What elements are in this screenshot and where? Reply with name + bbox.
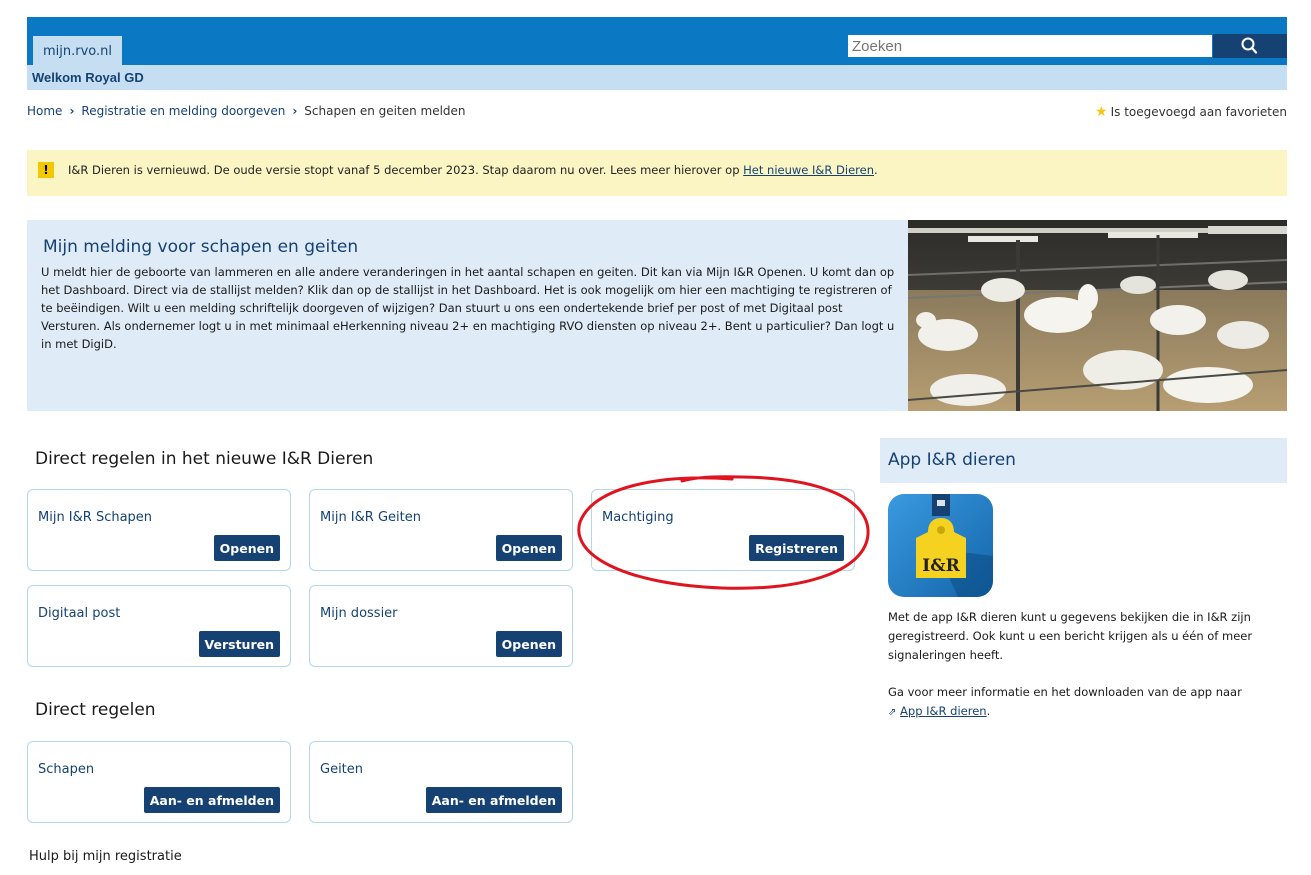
ear-tag-icon: I&R [888, 494, 993, 597]
app-ir-dieren-icon[interactable]: I&R [888, 494, 993, 597]
goats-photo-illustration [908, 220, 1287, 411]
chevron-right-icon: › [292, 104, 298, 118]
magnifier-icon [1241, 37, 1258, 54]
notice-text: I&R Dieren is vernieuwd. De oude versie … [68, 163, 744, 177]
app-link[interactable]: App I&R dieren [900, 704, 987, 718]
breadcrumb: Home › Registratie en melding doorgeven › Sc… [27, 104, 466, 118]
favorites-toggle[interactable]: ★ Is toegevoegd aan favorieten [1095, 104, 1287, 120]
intro-title: Mijn melding voor schapen en geiten [43, 237, 359, 257]
app-more-info: Ga voor meer informatie en het downloade… [888, 683, 1288, 722]
card-label[interactable]: Mijn I&R Schapen [38, 510, 152, 525]
star-icon: ★ [1095, 104, 1108, 120]
openen-schapen-button[interactable]: Openen [213, 535, 280, 561]
versturen-button[interactable]: Versturen [198, 631, 280, 657]
aan-afmelden-schapen-button[interactable]: Aan- en afmelden [143, 787, 280, 813]
notice-banner: ! I&R Dieren is vernieuwd. De oude versie… [27, 150, 1287, 196]
top-bar: mijn.rvo.nl [27, 17, 1287, 65]
openen-dossier-button[interactable]: Openen [495, 631, 562, 657]
breadcrumb-home[interactable]: Home [27, 104, 62, 118]
search-input[interactable] [847, 34, 1213, 58]
card-label[interactable]: Mijn dossier [320, 606, 398, 621]
card-mijn-ir-geiten: Mijn I&R Geiten Openen [309, 489, 573, 571]
card-schapen: Schapen Aan- en afmelden [27, 741, 291, 823]
intro-panel: Mijn melding voor schapen en geiten U me… [27, 220, 908, 411]
direct-section-title: Direct regelen [35, 700, 156, 720]
card-mijn-ir-schapen: Mijn I&R Schapen Openen [27, 489, 291, 571]
site-tab[interactable]: mijn.rvo.nl [33, 36, 123, 65]
goats-stable-photo [908, 220, 1287, 411]
aan-afmelden-geiten-button[interactable]: Aan- en afmelden [425, 787, 562, 813]
card-label[interactable]: Machtiging [602, 510, 674, 525]
search-button[interactable] [1213, 34, 1287, 58]
new-section-title: Direct regelen in het nieuwe I&R Dieren [35, 449, 374, 469]
card-machtiging: Machtiging Registreren [591, 489, 855, 571]
card-label[interactable]: Schapen [38, 762, 94, 777]
app-link-suffix: . [986, 704, 991, 718]
app-more-text: Ga voor meer informatie en het downloade… [888, 685, 1242, 699]
app-description: Met de app I&R dieren kunt u gegevens be… [888, 610, 1253, 662]
card-label[interactable]: Mijn I&R Geiten [320, 510, 421, 525]
help-heading[interactable]: Hulp bij mijn registratie [29, 849, 182, 864]
warning-icon: ! [38, 161, 54, 178]
favorites-label: Is toegevoegd aan favorieten [1110, 105, 1287, 119]
chevron-right-icon: › [69, 104, 75, 118]
external-link-icon: ⇗ [888, 707, 897, 718]
card-mijn-dossier: Mijn dossier Openen [309, 585, 573, 667]
breadcrumb-registratie[interactable]: Registratie en melding doorgeven [81, 104, 285, 118]
welcome-bar: Welkom Royal GD [27, 65, 1287, 90]
card-geiten: Geiten Aan- en afmelden [309, 741, 573, 823]
notice-link[interactable]: Het nieuwe I&R Dieren [743, 163, 874, 177]
card-digitaal-post: Digitaal post Versturen [27, 585, 291, 667]
openen-geiten-button[interactable]: Openen [495, 535, 562, 561]
app-title: App I&R dieren [880, 438, 1287, 483]
breadcrumb-current: Schapen en geiten melden [304, 104, 466, 118]
app-icon-label: I&R [922, 556, 960, 576]
notice-suffix: . [874, 163, 878, 177]
intro-text: U meldt hier de geboorte van lammeren en… [41, 265, 895, 351]
card-label[interactable]: Geiten [320, 762, 363, 777]
card-label[interactable]: Digitaal post [38, 606, 120, 621]
registreren-button[interactable]: Registreren [749, 535, 844, 561]
